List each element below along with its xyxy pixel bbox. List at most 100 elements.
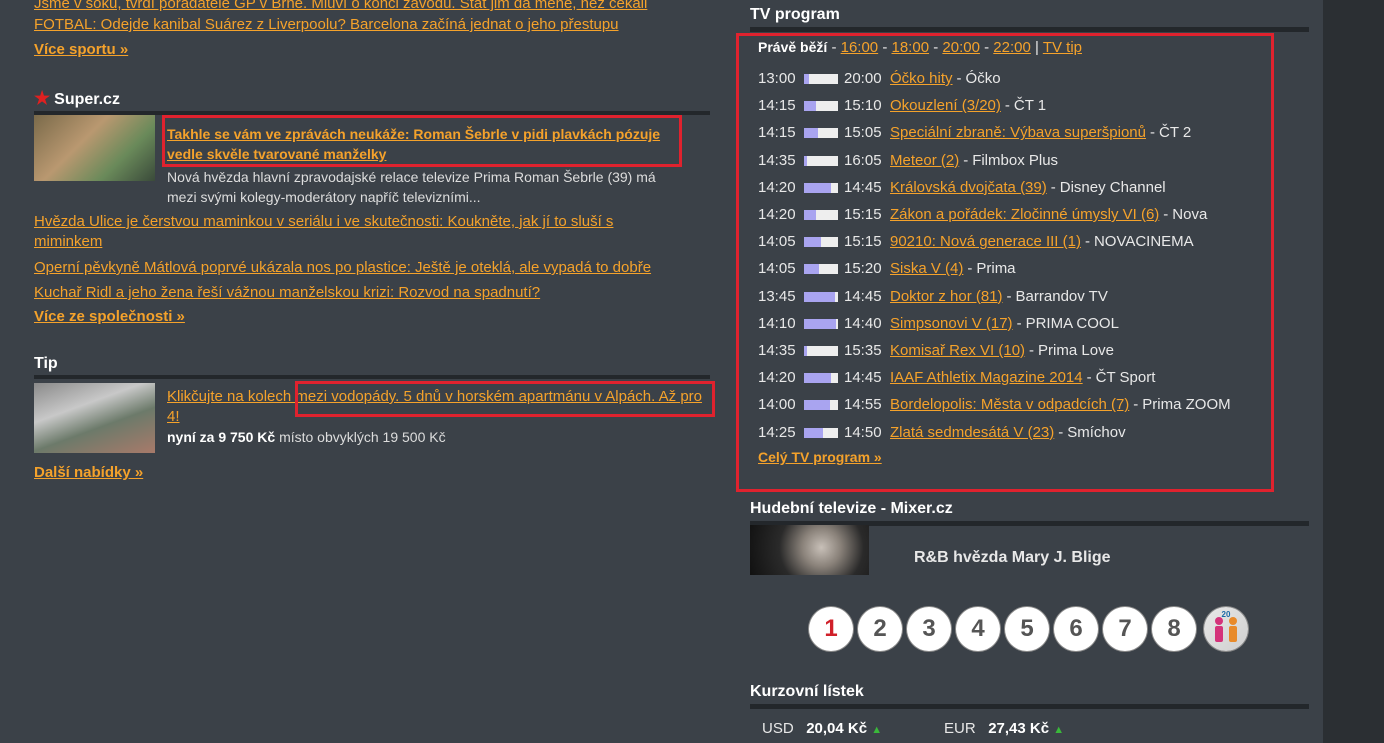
tv-show-link[interactable]: Bordelopolis: Města v odpadcích (7)	[890, 394, 1129, 416]
tv-progress-bar	[804, 101, 838, 112]
tv-end-time: 20:00	[844, 70, 882, 87]
rate-value: 20,04 Kč	[806, 720, 868, 737]
pager-button[interactable]: 5	[1005, 607, 1049, 651]
tv-show-link[interactable]: Speciální zbraně: Výbava superšpionů	[890, 122, 1146, 144]
tv-show-link[interactable]: Zákon a pořádek: Zločinné úmysly VI (6)	[890, 204, 1159, 226]
tv-row: 14:00 14:55 Bordelopolis: Města v odpadcíc…	[758, 394, 1231, 416]
tv-time-link[interactable]: 16:00	[841, 39, 879, 56]
right-gutter	[1323, 0, 1384, 743]
tv-progress-fill	[804, 373, 832, 384]
tv-channel-sep: -	[1133, 396, 1139, 414]
super-link-3[interactable]: Kuchař Ridl a jeho žena řeší vážnou manž…	[34, 283, 540, 303]
tv-progress-bar	[804, 427, 838, 438]
tv-time-link[interactable]: 22:00	[993, 39, 1031, 56]
arrow-up-icon: ▲	[1053, 724, 1065, 736]
super-perex: Nová hvězda hlavní zpravodajské relace t…	[167, 169, 656, 205]
tv-progress-fill	[804, 400, 830, 411]
tv-end-time: 15:20	[844, 260, 882, 278]
tv-tip-link[interactable]: TV tip	[1043, 39, 1082, 56]
tv-progress-bar	[804, 237, 838, 248]
tv-show-link[interactable]: Simpsonovi V (17)	[890, 313, 1013, 335]
tv-channel-sep: -	[1163, 206, 1169, 223]
tv-channel: Prima ZOOM	[1142, 396, 1231, 414]
music-heading: Hudební televize - Mixer.cz	[750, 500, 1309, 526]
tv-channel-sep: -	[1050, 178, 1056, 196]
pager-button[interactable]: 7	[1103, 607, 1147, 651]
tv-show-link[interactable]: Meteor (2)	[890, 150, 959, 172]
tv-channel: Barrandov TV	[1015, 287, 1108, 305]
tv-time-link[interactable]: 20:00	[942, 39, 980, 56]
tv-heading: TV program	[750, 6, 1309, 32]
full-tv-program-link[interactable]: Celý TV program »	[758, 449, 882, 465]
pager-button[interactable]: 4	[956, 607, 1000, 651]
tv-show-link[interactable]: 90210: Nová generace III (1)	[890, 231, 1081, 253]
tv-start-time: 14:00	[758, 396, 796, 414]
tv-progress-bar	[804, 155, 838, 166]
tv-row: 14:20 15:15 Zákon a pořádek: Zločinné úmys…	[758, 204, 1207, 226]
tv-channel: PRIMA COOL	[1025, 314, 1119, 332]
tv-end-time: 14:45	[844, 369, 882, 387]
tv-end-time: 14:45	[844, 178, 882, 196]
separator: |	[1035, 39, 1039, 56]
tv-row: 14:35 15:35 Komisař Rex VI (10) - Prima Love	[758, 340, 1114, 362]
tv-end-time: 15:35	[844, 342, 882, 359]
tip-section-heading: Tip	[34, 355, 710, 379]
svg-text:20: 20	[1222, 610, 1231, 619]
tv-show-link[interactable]: Královská dvojčata (39)	[890, 177, 1047, 199]
rate-code: USD	[762, 720, 794, 737]
tv-channel: NOVACINEMA	[1093, 233, 1194, 251]
super-link-2[interactable]: Operní pěvkyně Mátlová poprvé ukázala no…	[34, 258, 651, 278]
tv-channel: Prima Love	[1038, 342, 1114, 359]
more-society-link[interactable]: Více ze společnosti »	[34, 308, 185, 325]
tv-start-time: 14:35	[758, 342, 796, 359]
music-thumbnail[interactable]	[750, 525, 869, 575]
tv-show-link[interactable]: Zlatá sedmdesátá V (23)	[890, 422, 1054, 444]
tv-end-time: 14:50	[844, 423, 882, 441]
super-link-1[interactable]: Hvězda Ulice je čerstvou maminkou v seri…	[34, 212, 674, 252]
tv-show-link[interactable]: Siska V (4)	[890, 258, 963, 280]
tv-show-link[interactable]: Okouzlení (3/20)	[890, 95, 1001, 117]
rates-heading: Kurzovní lístek	[750, 683, 1309, 709]
tv-progress-fill	[804, 182, 832, 193]
pager-button[interactable]: 3	[907, 607, 951, 651]
tv-show-link[interactable]: Doktor z hor (81)	[890, 286, 1003, 308]
tv-progress-bar	[804, 128, 838, 139]
separator: -	[882, 39, 888, 56]
tv-progress-bar	[804, 210, 838, 220]
tv-start-time: 14:05	[758, 260, 796, 278]
tv-show-link[interactable]: Óčko hity	[890, 68, 953, 90]
tv-row: 13:00 20:00 Óčko hity - Óčko	[758, 68, 1001, 90]
tv-row: 14:15 15:05 Speciální zbraně: Výbava super…	[758, 122, 1191, 144]
tv-start-time: 14:35	[758, 151, 796, 169]
tv-progress-bar	[804, 346, 838, 356]
tv-row: 13:45 14:45 Doktor z hor (81) - Barrandov TV	[758, 286, 1108, 308]
more-sport-link[interactable]: Více sportu »	[34, 41, 128, 58]
separator: -	[933, 39, 939, 56]
tv-time-link[interactable]: 18:00	[892, 39, 930, 56]
rate-eur: EUR 27,43 Kč ▲	[944, 720, 1064, 737]
pager-button[interactable]: 8	[1152, 607, 1196, 651]
tv-show-link[interactable]: IAAF Athletix Magazine 2014	[890, 367, 1083, 389]
sport-link-1[interactable]: Jsme v šoku, tvrdí pořadatelé GP v Brně.…	[34, 0, 647, 14]
tv-channel: Filmbox Plus	[972, 151, 1059, 169]
tv-end-time: 14:40	[844, 314, 882, 332]
pager-button[interactable]: 2	[858, 607, 902, 651]
super-thumbnail[interactable]	[34, 115, 155, 181]
tv-channel-sep: -	[1004, 97, 1010, 115]
super-headline[interactable]: Takhle se vám ve zprávách neukáže: Roman…	[167, 124, 687, 164]
tv-start-time: 14:20	[758, 178, 796, 196]
pager-button[interactable]: 6	[1054, 607, 1098, 651]
music-caption[interactable]: R&B hvězda Mary J. Blige	[914, 549, 1111, 567]
sport-link-2[interactable]: FOTBAL: Odejde kanibal Suárez z Liverpoo…	[34, 15, 619, 35]
tv-channel: Smíchov	[1067, 423, 1126, 441]
more-offers-link[interactable]: Další nabídky »	[34, 464, 143, 481]
star-icon: ★	[34, 88, 51, 108]
pager-20-button[interactable]: 20	[1204, 607, 1248, 651]
tv-channel: ČT Sport	[1095, 369, 1156, 387]
tip-thumbnail[interactable]	[34, 383, 155, 453]
tv-channel: Prima	[976, 260, 1016, 278]
arrow-up-icon: ▲	[871, 724, 883, 736]
tip-headline[interactable]: Klikčujte na kolech mezi vodopády. 5 dnů…	[167, 387, 712, 427]
tv-show-link[interactable]: Komisař Rex VI (10)	[890, 340, 1025, 362]
pager-button[interactable]: 1	[809, 607, 853, 651]
